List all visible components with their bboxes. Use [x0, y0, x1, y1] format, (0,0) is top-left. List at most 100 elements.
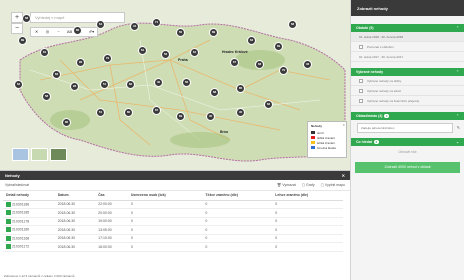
- table-row[interactable]: 210301186 2018.06.30 22:00:00 0 0 0: [3, 200, 343, 209]
- section-period[interactable]: Období (9) ⌃: [351, 24, 464, 32]
- accident-cluster-marker[interactable]: 64: [190, 48, 199, 57]
- map-search-input[interactable]: [30, 12, 125, 23]
- accident-cluster-marker[interactable]: 79: [279, 66, 288, 75]
- zoom-out-button[interactable]: −: [11, 23, 23, 34]
- fill-map-button[interactable]: ▢ Vyplnit mapu: [321, 183, 345, 187]
- table-cell: 19:00:00: [95, 217, 128, 226]
- filter-option[interactable]: Vybrané nehody na silnici: [351, 86, 464, 96]
- close-icon[interactable]: ✕: [342, 173, 345, 178]
- column-header[interactable]: Těžce zraněno (dle): [202, 191, 273, 201]
- checkbox[interactable]: [359, 44, 363, 49]
- accident-cluster-marker[interactable]: 40: [236, 108, 245, 117]
- accident-cluster-marker[interactable]: 68: [255, 60, 264, 69]
- accident-cluster-marker[interactable]: 40: [154, 78, 163, 87]
- accident-cluster-marker[interactable]: 58: [42, 92, 51, 101]
- column-header[interactable]: Usmrceno osob (lok): [127, 191, 203, 201]
- accident-cluster-marker[interactable]: 71: [152, 18, 161, 27]
- detail-button[interactable]: [6, 218, 11, 224]
- clear-button[interactable]: 🗑 Vymazat: [277, 183, 296, 187]
- section-filters[interactable]: Vybrané nehody ⌃: [351, 68, 464, 76]
- accident-cluster-marker[interactable]: 68: [22, 14, 31, 23]
- accident-cluster-marker[interactable]: 96: [76, 58, 85, 67]
- close-icon[interactable]: ✕: [342, 123, 345, 127]
- accident-cluster-marker[interactable]: 79: [103, 54, 112, 63]
- detail-button[interactable]: [6, 201, 11, 207]
- basemap-switcher: [12, 148, 67, 161]
- detail-button[interactable]: [6, 210, 11, 216]
- reset-link[interactable]: Obnovit vše: [351, 150, 464, 154]
- accident-cluster-marker[interactable]: 63: [14, 80, 23, 89]
- accident-cluster-marker[interactable]: 56: [182, 78, 191, 87]
- accident-cluster-marker[interactable]: 89: [18, 36, 27, 45]
- count-badge: 1: [384, 114, 390, 118]
- accident-cluster-marker[interactable]: 46: [303, 60, 312, 69]
- table-cell: 13:05:00: [95, 225, 128, 235]
- show-accidents-button[interactable]: Zobrazit 4000 nehod v oblasti: [355, 162, 460, 173]
- locality-input[interactable]: [357, 123, 453, 133]
- table-footer: Zobrazeno 1 až 6 záznamů z celkem 4 000 …: [4, 274, 75, 278]
- table-row[interactable]: 210301180 2018.06.30 13:05:00 0 0 0: [3, 225, 343, 235]
- accident-cluster-marker[interactable]: 64: [96, 20, 105, 29]
- basemap-thumb-3[interactable]: [50, 148, 67, 161]
- table-cell: 2018.06.30: [54, 225, 96, 235]
- basemap-thumb-1[interactable]: [12, 148, 29, 161]
- compare-period-option[interactable]: Porovnat s obdobím: [351, 42, 464, 52]
- accident-cluster-marker[interactable]: 86: [62, 118, 71, 127]
- accident-cluster-marker[interactable]: 85: [236, 84, 245, 93]
- date-range-primary[interactable]: 01. ledna 2018 - 30. června 2018: [351, 32, 464, 42]
- detail-button[interactable]: [6, 235, 11, 241]
- filter-option[interactable]: Vybrané nehody na železniční přejezdy: [351, 96, 464, 106]
- accident-cluster-marker[interactable]: 89: [209, 28, 218, 37]
- column-header[interactable]: Čas: [95, 191, 128, 201]
- pencil-icon[interactable]: ✎: [457, 125, 460, 130]
- clear-tool-button[interactable]: ✕: [31, 28, 42, 36]
- column-header[interactable]: Datum: [54, 191, 96, 201]
- accident-cluster-marker[interactable]: 83: [52, 70, 61, 79]
- checkbox[interactable]: [359, 88, 363, 93]
- table-cell: 0: [272, 217, 343, 226]
- accident-cluster-marker[interactable]: 63: [247, 36, 256, 45]
- accident-cluster-marker[interactable]: 68: [210, 88, 219, 97]
- accident-cluster-marker[interactable]: 68: [288, 20, 297, 29]
- column-header[interactable]: Detail nehody: [3, 191, 55, 201]
- basemap-thumb-2[interactable]: [31, 148, 48, 161]
- line-tool-button[interactable]: ~: [53, 28, 64, 36]
- checkbox[interactable]: [359, 98, 363, 103]
- accident-cluster-marker[interactable]: 87: [152, 106, 161, 115]
- option-label: Porovnat s obdobím: [367, 44, 394, 49]
- table-row[interactable]: 210301178 2018.06.30 19:00:00 0 0 0: [3, 217, 343, 226]
- accident-cluster-marker[interactable]: 64: [138, 46, 147, 55]
- accident-cluster-marker[interactable]: 67: [230, 58, 239, 67]
- map-canvas[interactable]: + − ✕ ◎ ~ AB ✎ ✐▾ Praha Hradec Králové B…: [0, 0, 350, 170]
- accident-cluster-marker[interactable]: 82: [126, 80, 135, 89]
- table-row[interactable]: 210301185 2018.06.30 20:00:00 0 0 0: [3, 208, 343, 218]
- section-locality[interactable]: Oblast/místo (4) 1 ⌃: [351, 112, 464, 120]
- column-header[interactable]: Lehce zraněno (dle): [272, 191, 343, 201]
- charts-button[interactable]: ▢ Grafy: [302, 183, 315, 187]
- edit-tool-dropdown[interactable]: ✐▾: [86, 28, 97, 36]
- detail-button[interactable]: [6, 244, 11, 250]
- accident-cluster-marker[interactable]: 86: [73, 26, 82, 35]
- accident-cluster-marker[interactable]: 28: [70, 82, 79, 91]
- accident-cluster-marker[interactable]: 66: [264, 100, 273, 109]
- accident-cluster-marker[interactable]: 69: [176, 112, 185, 121]
- filter-option[interactable]: Vybrané nehody na dráhy: [351, 76, 464, 86]
- checkbox[interactable]: [359, 78, 363, 83]
- table-row[interactable]: 210301168 2018.06.30 17:10:00 0 0 0: [3, 234, 343, 243]
- accident-cluster-marker[interactable]: 51: [96, 108, 105, 117]
- table-row[interactable]: 210301172 2018.06.30 16:00:00 0 0 0: [3, 242, 343, 252]
- accident-cluster-marker[interactable]: 44: [130, 22, 139, 31]
- locate-tool-button[interactable]: ◎: [42, 28, 53, 36]
- accident-cluster-marker[interactable]: 80: [124, 108, 133, 117]
- city-label: Brno: [220, 130, 229, 134]
- accident-cluster-marker[interactable]: 45: [206, 112, 215, 121]
- accident-cluster-marker[interactable]: 51: [100, 80, 109, 89]
- accident-cluster-marker[interactable]: 81: [40, 48, 49, 57]
- accident-cluster-marker[interactable]: 52: [161, 50, 170, 59]
- accident-cluster-marker[interactable]: 50: [176, 28, 185, 37]
- detail-button[interactable]: [6, 227, 11, 233]
- accident-cluster-marker[interactable]: 69: [274, 42, 283, 51]
- date-range-compare[interactable]: 01. ledna 2017 - 30. června 2017: [351, 52, 464, 62]
- section-more[interactable]: Co hledat 2 ⌄: [351, 138, 464, 146]
- accidents-table-panel: Nehody ✕ Vybrat/sledovat 🗑 Vymazat ▢ Gra…: [0, 170, 350, 280]
